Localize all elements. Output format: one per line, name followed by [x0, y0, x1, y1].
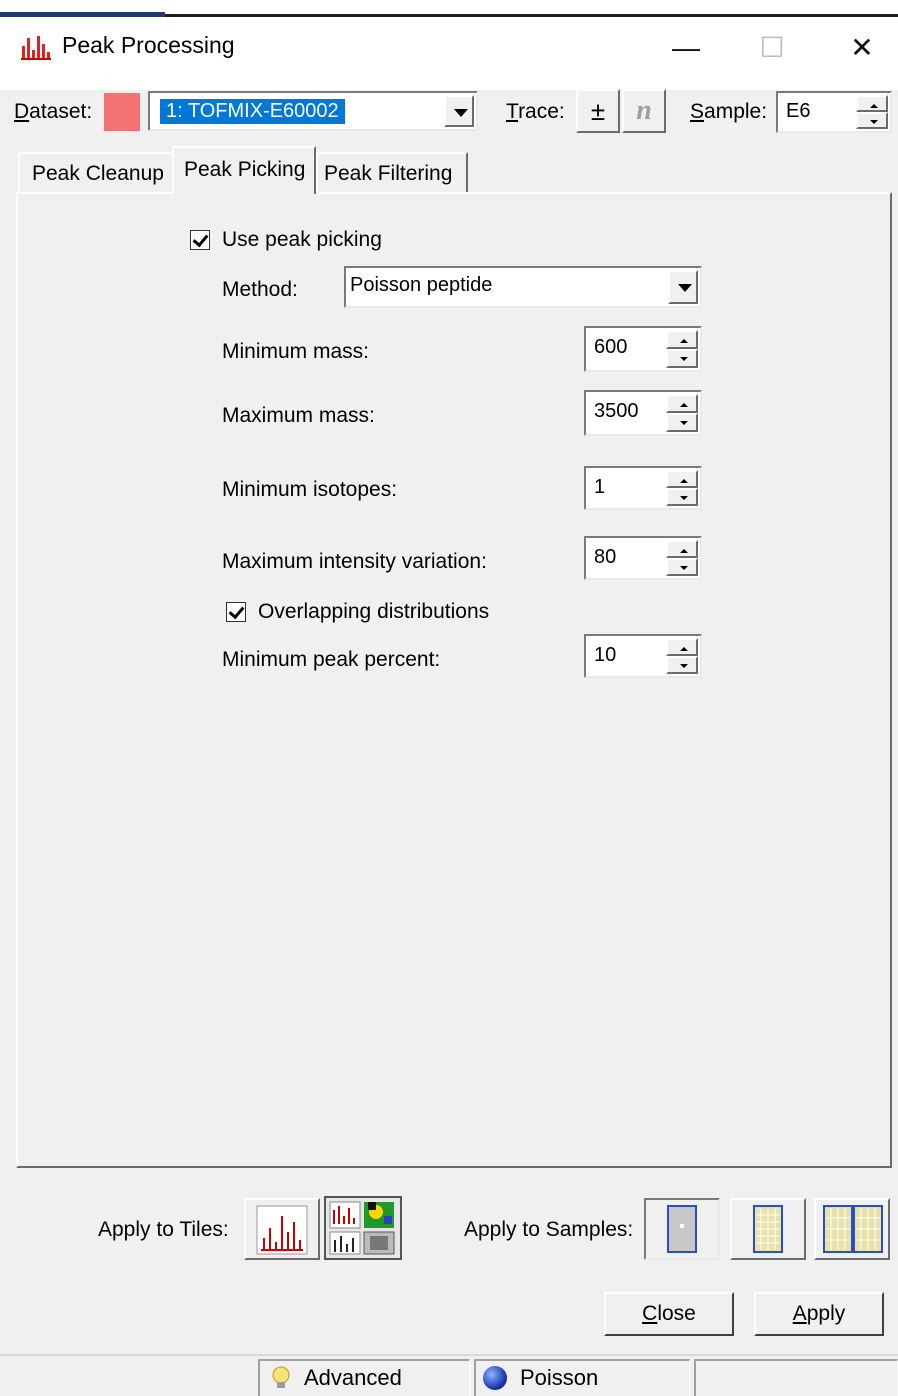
max-intensity-spin-up[interactable]: [666, 540, 698, 558]
dataset-value: 1: TOFMIX-E60002: [159, 98, 346, 125]
sample-spinbox[interactable]: E6: [776, 91, 892, 133]
min-isotopes-value: 1: [594, 476, 606, 498]
method-value: Poisson peptide: [350, 274, 493, 296]
status-empty: [694, 1359, 898, 1396]
sample-spin-down[interactable]: [856, 112, 888, 129]
apply-button[interactable]: Apply: [754, 1292, 884, 1336]
top-border-accent: [0, 12, 165, 17]
min-peak-percent-spinbox[interactable]: 10: [584, 634, 702, 678]
min-peak-percent-value: 10: [594, 644, 617, 666]
use-peak-picking-label: Use peak picking: [222, 228, 382, 251]
trace-plus-minus-button[interactable]: ±: [576, 89, 620, 133]
sample-label: Sample:: [690, 100, 768, 123]
min-peak-percent-spin[interactable]: [666, 638, 698, 674]
window-title: Peak Processing: [62, 32, 235, 58]
dataset-label: Dataset:: [14, 100, 93, 123]
title-bar: Peak Processing — ☐ ✕: [0, 0, 898, 90]
apply-tile-current-button[interactable]: [244, 1198, 320, 1260]
sample-spin-up[interactable]: [856, 95, 888, 112]
overlapping-distributions-label: Overlapping distributions: [258, 600, 490, 623]
app-icon: [21, 36, 51, 60]
close-button[interactable]: Close: [604, 1292, 734, 1336]
status-poisson-label: Poisson: [520, 1365, 599, 1390]
min-mass-value: 600: [594, 336, 628, 358]
method-label: Method:: [222, 278, 298, 301]
plate-samples-icon: [753, 1205, 783, 1253]
apply-sample-all-plates-button[interactable]: [814, 1198, 890, 1260]
max-intensity-spin-down[interactable]: [666, 558, 698, 576]
min-mass-spinbox[interactable]: 600: [584, 326, 702, 372]
all-plates-icon: [823, 1205, 883, 1253]
lightbulb-icon: [272, 1366, 290, 1388]
tab-peak-picking[interactable]: Peak Picking: [172, 146, 316, 194]
tab-panel: [16, 192, 892, 1168]
overlapping-distributions-checkbox[interactable]: [226, 602, 246, 622]
dataset-dropdown-arrow[interactable]: [444, 95, 474, 127]
min-peak-percent-spin-down[interactable]: [666, 656, 698, 674]
min-isotopes-spin-down[interactable]: [666, 488, 698, 506]
dataset-label-text: ataset:: [29, 100, 93, 123]
max-intensity-spin[interactable]: [666, 540, 698, 576]
close-window-button[interactable]: ✕: [832, 28, 892, 68]
tab-peak-filtering[interactable]: Peak Filtering: [316, 152, 468, 192]
status-poisson[interactable]: Poisson: [474, 1359, 690, 1396]
tab-peak-cleanup[interactable]: Peak Cleanup: [18, 152, 174, 192]
min-isotopes-spinbox[interactable]: 1: [584, 466, 702, 510]
use-peak-picking-checkbox[interactable]: [190, 230, 210, 250]
max-mass-spin-down[interactable]: [666, 413, 698, 432]
min-peak-percent-label: Minimum peak percent:: [222, 648, 441, 671]
single-sample-icon: [667, 1205, 697, 1253]
sample-value: E6: [786, 100, 811, 122]
max-mass-spin[interactable]: [666, 394, 698, 432]
min-isotopes-label: Minimum isotopes:: [222, 478, 398, 501]
min-mass-spin-up[interactable]: [666, 330, 698, 349]
apply-to-tiles-label: Apply to Tiles:: [98, 1218, 229, 1241]
apply-sample-current-button[interactable]: [644, 1198, 720, 1260]
max-mass-spin-up[interactable]: [666, 394, 698, 413]
maximize-button[interactable]: ☐: [742, 28, 802, 68]
trace-label: Trace:: [506, 100, 565, 123]
min-isotopes-spin-up[interactable]: [666, 470, 698, 488]
min-isotopes-spin[interactable]: [666, 470, 698, 506]
blue-orb-icon: [483, 1366, 507, 1390]
status-separator: [0, 1354, 898, 1356]
max-intensity-spinbox[interactable]: 80: [584, 536, 702, 580]
single-tile-spectrum-icon: [256, 1205, 308, 1255]
apply-tile-all-button[interactable]: [324, 1196, 402, 1260]
max-mass-value: 3500: [594, 400, 639, 422]
min-peak-percent-spin-up[interactable]: [666, 638, 698, 656]
method-dropdown-arrow[interactable]: [668, 270, 698, 304]
method-dropdown[interactable]: Poisson peptide: [344, 266, 702, 308]
apply-to-samples-label: Apply to Samples:: [464, 1218, 634, 1241]
sample-spin[interactable]: [856, 95, 888, 129]
max-mass-label: Maximum mass:: [222, 404, 375, 427]
min-mass-spin[interactable]: [666, 330, 698, 368]
status-advanced-label: Advanced: [304, 1365, 402, 1390]
status-advanced[interactable]: Advanced: [258, 1359, 470, 1396]
dataset-color-swatch[interactable]: [104, 93, 140, 131]
minimize-button[interactable]: —: [656, 28, 716, 68]
max-intensity-value: 80: [594, 546, 617, 568]
dataset-dropdown[interactable]: 1: TOFMIX-E60002: [148, 91, 478, 131]
max-mass-spinbox[interactable]: 3500: [584, 390, 702, 436]
trace-n-button[interactable]: n: [622, 89, 666, 133]
max-intensity-label: Maximum intensity variation:: [222, 550, 487, 573]
apply-sample-plate-button[interactable]: [730, 1198, 806, 1260]
min-mass-spin-down[interactable]: [666, 349, 698, 368]
all-tiles-icon: [329, 1201, 395, 1255]
min-mass-label: Minimum mass:: [222, 340, 370, 363]
